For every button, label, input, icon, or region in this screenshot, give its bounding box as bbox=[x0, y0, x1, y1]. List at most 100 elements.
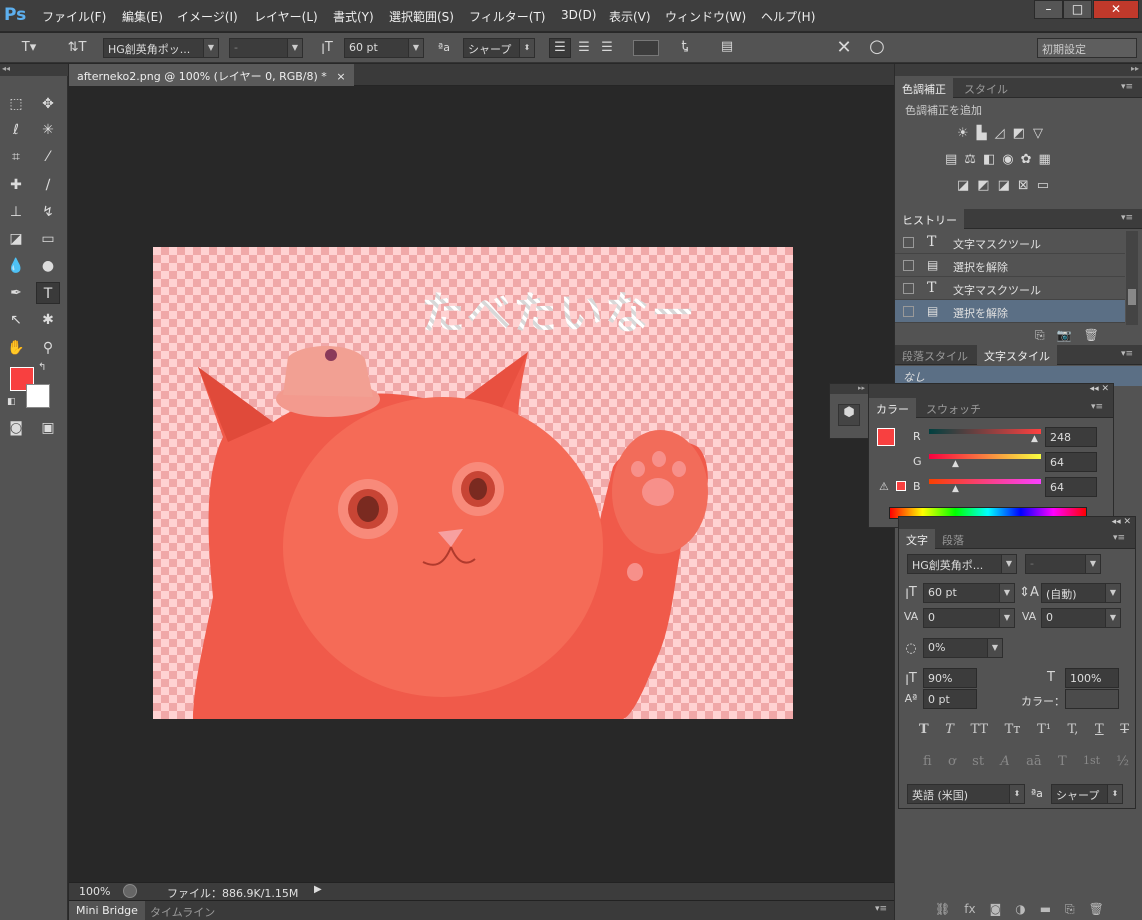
zoom-level[interactable]: 100% bbox=[79, 885, 110, 898]
g-slider-thumb-icon[interactable]: ▲ bbox=[952, 459, 959, 469]
text-color-swatch[interactable] bbox=[633, 40, 659, 56]
move-tool-icon[interactable]: ✥ bbox=[36, 93, 60, 115]
lasso-tool-icon[interactable]: ℓ bbox=[4, 119, 28, 141]
trash-icon[interactable]: 🗑 bbox=[1084, 328, 1099, 344]
folder-icon[interactable]: ▬ bbox=[1040, 902, 1051, 918]
document-tab[interactable]: afterneko2.png @ 100% (レイヤー 0, RGB/8) * … bbox=[69, 64, 354, 86]
history-checkbox[interactable] bbox=[903, 237, 914, 248]
r-slider-thumb-icon[interactable]: ▲ bbox=[1031, 434, 1038, 444]
discretionary-ligatures-button[interactable]: st bbox=[972, 754, 984, 772]
status-info-icon[interactable] bbox=[123, 884, 137, 898]
history-item[interactable]: T 文字マスクツール bbox=[895, 231, 1125, 254]
collapse-icon[interactable]: ◂◂ bbox=[0, 64, 68, 76]
menu-edit[interactable]: 編集(E) bbox=[122, 8, 163, 25]
tab-styles[interactable]: スタイル bbox=[957, 78, 1015, 98]
maximize-button[interactable]: □ bbox=[1063, 0, 1092, 19]
align-right-icon[interactable]: ☰ bbox=[597, 40, 617, 55]
crop-tool-icon[interactable]: ⌗ bbox=[4, 146, 28, 168]
superscript-button[interactable]: T¹ bbox=[1037, 722, 1051, 740]
fg-color-swatch[interactable] bbox=[877, 428, 895, 446]
char-leading-dropdown[interactable]: (自動) ▼ bbox=[1041, 583, 1121, 603]
panel-menu-icon[interactable]: ▾≡ bbox=[1091, 402, 1103, 412]
out-of-gamut-warning-icon[interactable]: ⚠ bbox=[879, 480, 889, 493]
eyedropper-tool-icon[interactable]: ⁄ bbox=[36, 146, 60, 168]
g-value-input[interactable]: 64 bbox=[1045, 452, 1097, 472]
3d-panel-icon[interactable]: ⬢ bbox=[838, 404, 860, 426]
g-slider[interactable] bbox=[929, 454, 1041, 459]
r-value-input[interactable]: 248 bbox=[1045, 427, 1097, 447]
blur-tool-icon[interactable]: 💧 bbox=[4, 255, 28, 277]
gradient-map-icon[interactable]: ▭ bbox=[1037, 178, 1049, 196]
history-scrollbar[interactable] bbox=[1126, 231, 1138, 325]
image-canvas[interactable]: たべたいなー bbox=[153, 247, 793, 719]
scroll-thumb[interactable] bbox=[1128, 289, 1136, 305]
commit-icon[interactable]: ○ bbox=[866, 36, 888, 57]
fx-icon[interactable]: fx bbox=[964, 902, 975, 918]
menu-select[interactable]: 選択範囲(S) bbox=[389, 8, 454, 25]
char-antialias-dropdown[interactable]: シャープ ⬍ bbox=[1051, 784, 1123, 804]
fractions-button[interactable]: ½ bbox=[1116, 754, 1129, 772]
vibrance-icon[interactable]: ▽ bbox=[1033, 126, 1043, 144]
tab-paragraph-styles[interactable]: 段落スタイル bbox=[895, 345, 975, 365]
type-mask-tool-preset-icon[interactable]: T▾ bbox=[14, 40, 44, 55]
swash-button[interactable]: A bbox=[1000, 754, 1009, 772]
panel-menu-icon[interactable]: ▾≡ bbox=[875, 904, 887, 914]
titling-alternates-button[interactable]: T bbox=[1058, 754, 1067, 772]
marquee-tool-icon[interactable]: ⬚ bbox=[4, 93, 28, 115]
history-brush-tool-icon[interactable]: ↯ bbox=[36, 201, 60, 223]
panel-titlebar[interactable]: ◂◂ ✕ bbox=[869, 384, 1113, 398]
b-slider[interactable] bbox=[929, 479, 1041, 484]
collapse-dock-icon[interactable]: ▸▸ bbox=[895, 64, 1142, 76]
dodge-tool-icon[interactable]: ● bbox=[36, 255, 60, 277]
cancel-icon[interactable]: ✕ bbox=[834, 37, 854, 58]
b-value-input[interactable]: 64 bbox=[1045, 477, 1097, 497]
stylistic-alternates-button[interactable]: aā bbox=[1026, 754, 1042, 772]
zoom-tool-icon[interactable]: ⚲ bbox=[36, 337, 60, 359]
black-white-icon[interactable]: ◧ bbox=[983, 152, 995, 170]
screen-mode-icon[interactable]: ▣ bbox=[36, 417, 60, 439]
toggle-orientation-icon[interactable]: ⇅T bbox=[66, 40, 88, 55]
history-item-selected[interactable]: ▤ 選択を解除 bbox=[895, 300, 1125, 323]
swap-colors-icon[interactable]: ↰ bbox=[38, 362, 46, 373]
path-selection-tool-icon[interactable]: ↖ bbox=[4, 309, 28, 331]
menu-type[interactable]: 書式(Y) bbox=[333, 8, 374, 25]
menu-file[interactable]: ファイル(F) bbox=[42, 8, 106, 25]
char-tracking-dropdown[interactable]: 0 ▼ bbox=[1041, 608, 1121, 628]
clone-stamp-tool-icon[interactable]: ⊥ bbox=[4, 201, 28, 223]
char-tsume-dropdown[interactable]: 0% ▼ bbox=[923, 638, 1003, 658]
minimize-button[interactable]: – bbox=[1034, 0, 1063, 19]
new-document-from-state-icon[interactable]: ⎘ bbox=[1035, 328, 1045, 344]
panel-titlebar[interactable]: ◂◂ ✕ bbox=[899, 517, 1135, 529]
menu-view[interactable]: 表示(V) bbox=[609, 8, 651, 25]
menu-filter[interactable]: フィルター(T) bbox=[469, 8, 545, 25]
tab-adjustments[interactable]: 色調補正 bbox=[895, 78, 953, 98]
menu-image[interactable]: イメージ(I) bbox=[177, 8, 238, 25]
character-panel-toggle-icon[interactable]: ▤ bbox=[716, 39, 738, 54]
menu-3d[interactable]: 3D(D) bbox=[561, 8, 596, 22]
threshold-icon[interactable]: ◪ bbox=[998, 178, 1010, 196]
tab-paragraph[interactable]: 段落 bbox=[935, 529, 971, 549]
posterize-icon[interactable]: ◩ bbox=[977, 178, 989, 196]
channel-mixer-icon[interactable]: ✿ bbox=[1021, 152, 1032, 170]
link-layers-icon[interactable]: ⛓ bbox=[935, 902, 950, 918]
trash-icon[interactable]: 🗑 bbox=[1089, 902, 1104, 918]
magic-wand-tool-icon[interactable]: ✳ bbox=[36, 119, 60, 141]
panel-menu-icon[interactable]: ▾≡ bbox=[1121, 213, 1133, 223]
panel-menu-icon[interactable]: ▾≡ bbox=[1121, 349, 1133, 359]
status-menu-arrow-icon[interactable]: ▶ bbox=[314, 884, 322, 895]
exposure-icon[interactable]: ◩ bbox=[1013, 126, 1025, 144]
history-item[interactable]: T 文字マスクツール bbox=[895, 277, 1125, 300]
new-snapshot-icon[interactable]: 📷 bbox=[1057, 328, 1072, 344]
warp-text-icon[interactable]: Ꮏ bbox=[674, 39, 696, 54]
history-checkbox[interactable] bbox=[903, 283, 914, 294]
selective-color-icon[interactable]: ⊠ bbox=[1018, 178, 1029, 196]
char-kerning-dropdown[interactable]: 0 ▼ bbox=[923, 608, 1015, 628]
color-lookup-icon[interactable]: ▦ bbox=[1039, 152, 1051, 170]
tab-swatches[interactable]: スウォッチ bbox=[919, 398, 988, 418]
shape-tool-icon[interactable]: ✱ bbox=[36, 309, 60, 331]
brush-tool-icon[interactable]: ∕ bbox=[36, 174, 60, 196]
b-slider-thumb-icon[interactable]: ▲ bbox=[952, 484, 959, 494]
hue-saturation-icon[interactable]: ▤ bbox=[945, 152, 957, 170]
eraser-tool-icon[interactable]: ◪ bbox=[4, 228, 28, 250]
text-mask-overlay[interactable]: たべたいなー bbox=[421, 277, 697, 341]
